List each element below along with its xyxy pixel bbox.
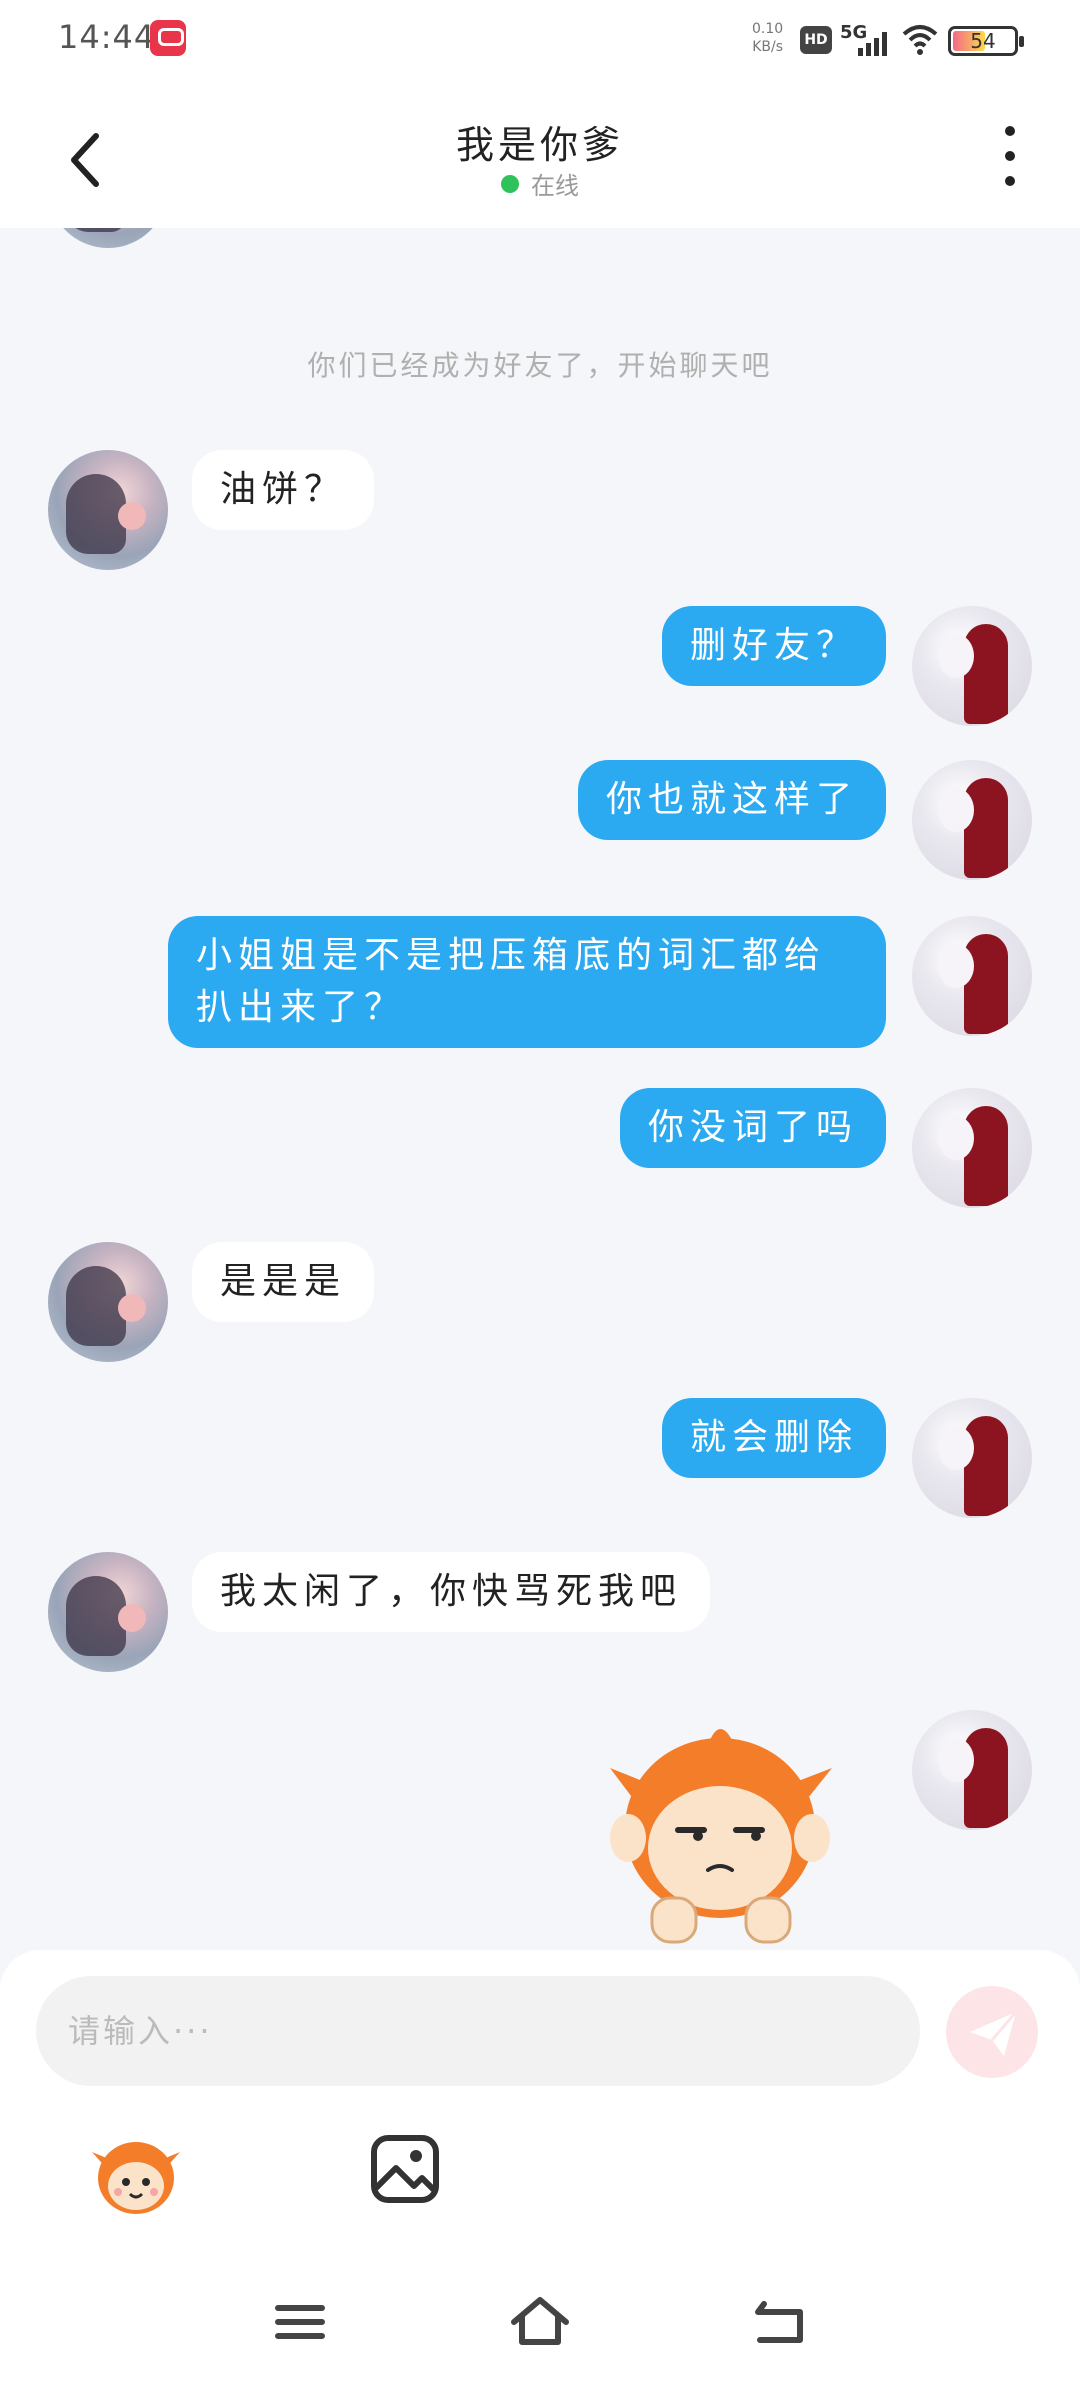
status-time: 14:44 — [58, 18, 156, 56]
system-nav-bar — [0, 2260, 1080, 2388]
online-dot-icon — [501, 174, 519, 193]
chat-header: 我是你爹 在线 — [0, 80, 1080, 228]
avatar-self[interactable] — [912, 1710, 1032, 1830]
battery-percent: 54 — [970, 29, 996, 53]
dot — [1005, 176, 1015, 186]
image-button[interactable] — [370, 2134, 440, 2204]
dot — [1005, 151, 1015, 161]
message-input[interactable] — [36, 1976, 920, 2086]
avatar-self[interactable] — [912, 1088, 1032, 1208]
wifi-icon — [902, 25, 938, 55]
home-icon — [511, 2297, 569, 2345]
avatar-contact[interactable] — [48, 1552, 168, 1672]
avatar-self[interactable] — [912, 916, 1032, 1036]
app-notification-icon — [150, 20, 186, 56]
annoyed-monkey-sticker[interactable] — [600, 1718, 840, 1948]
message-bubble-received[interactable]: 油饼？ — [192, 450, 375, 530]
message-bubble-received[interactable]: 是是是 — [192, 1242, 375, 1322]
system-note: 你们已经成为好友了，开始聊天吧 — [307, 349, 773, 382]
online-status: 在线 — [0, 166, 1080, 201]
more-options-button[interactable] — [1002, 126, 1018, 186]
online-status-label: 在线 — [531, 172, 579, 200]
message-bubble-sent[interactable]: 你没词了吗 — [619, 1088, 886, 1168]
avatar-self[interactable] — [912, 760, 1032, 880]
avatar-contact[interactable] — [48, 1242, 168, 1362]
avatar-self[interactable] — [912, 606, 1032, 726]
avatar-contact[interactable] — [48, 228, 168, 248]
back-nav-button[interactable] — [740, 2282, 820, 2362]
chat-message-list[interactable]: 你们已经成为好友了，开始聊天吧 油饼？ 删好友？ 你也就这样了 小姐姐是不是把压… — [0, 228, 1080, 1950]
paper-plane-icon — [970, 2011, 1018, 2056]
message-bubble-sent[interactable]: 就会删除 — [661, 1398, 886, 1478]
message-bubble-sent[interactable]: 你也就这样了 — [577, 760, 886, 840]
hd-icon: HD — [800, 26, 832, 54]
avatar-contact[interactable] — [48, 450, 168, 570]
monkey-emoji-icon — [92, 2142, 180, 2214]
avatar-self[interactable] — [912, 1398, 1032, 1518]
signal-icon — [858, 30, 887, 56]
network-speed: 0.10 KB/s — [752, 21, 784, 55]
menu-button[interactable] — [260, 2282, 340, 2362]
back-icon — [755, 2301, 803, 2343]
contact-name: 我是你爹 — [455, 123, 624, 167]
image-icon — [371, 2135, 439, 2203]
menu-icon — [275, 2305, 325, 2339]
message-bubble-received[interactable]: 我太闲了，你快骂死我吧 — [192, 1552, 711, 1632]
message-bubble-sent[interactable]: 删好友？ — [661, 606, 886, 686]
emoji-button[interactable] — [90, 2130, 182, 2222]
message-bubble-sent[interactable]: 小姐姐是不是把压箱底的词汇都给扒出来了？ — [168, 916, 886, 1048]
dot — [1005, 126, 1015, 136]
battery-icon: 54 — [948, 26, 1024, 56]
status-bar: 14:44 0.10 KB/s HD 5G 54 — [0, 0, 1080, 80]
send-button[interactable] — [946, 1986, 1038, 2078]
home-button[interactable] — [500, 2282, 580, 2362]
